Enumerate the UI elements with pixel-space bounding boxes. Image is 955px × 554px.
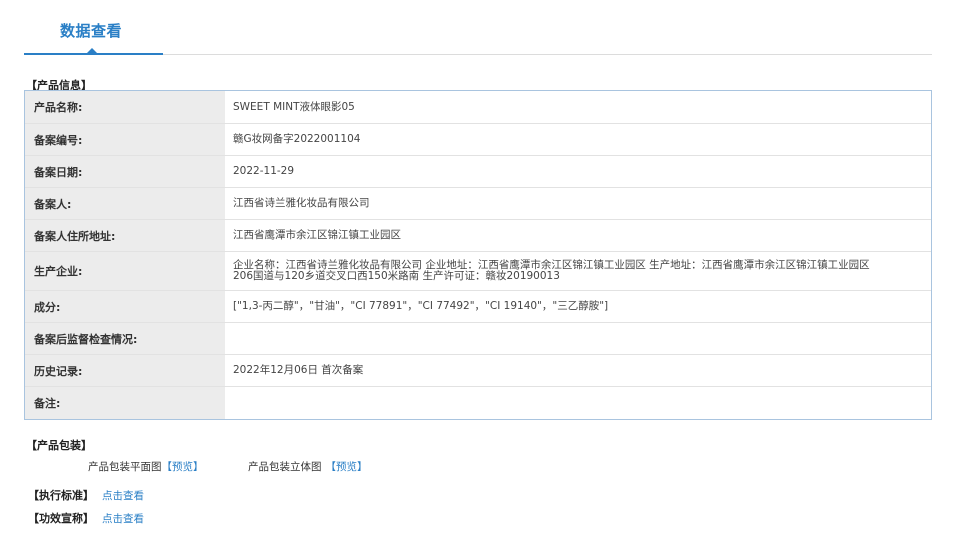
efficacy-title: 【功效宣称】 (28, 512, 94, 525)
table-row: 生产企业: 企业名称：江西省诗兰雅化妆品有限公司 企业地址：江西省鹰潭市余江区锦… (25, 252, 931, 291)
packaging-stereo: 产品包装立体图 【预览】 (248, 459, 368, 474)
table-row: 备案后监督检查情况: (25, 323, 931, 355)
tab-bar: 数据查看 (24, 0, 932, 55)
tab-data-view[interactable]: 数据查看 (24, 0, 163, 55)
row-label: 备案后监督检查情况: (25, 323, 225, 354)
row-label: 产品名称: (25, 91, 225, 123)
row-value: 赣G妆网备字2022001104 (233, 133, 361, 145)
tab-active-underline (24, 53, 163, 55)
row-label: 生产企业: (25, 252, 225, 290)
packaging-stereo-label: 产品包装立体图 (248, 461, 322, 473)
packaging-title: 【产品包装】 (26, 439, 92, 452)
row-value: ["1,3-丙二醇"，"甘油"，"CI 77891"，"CI 77492"，"C… (233, 300, 609, 312)
tab-label: 数据查看 (60, 22, 123, 40)
packaging-flat-label: 产品包装平面图 (88, 461, 162, 473)
packaging-flat-preview-link[interactable]: 【预览】 (162, 461, 204, 473)
row-label: 历史记录: (25, 355, 225, 386)
row-value: 江西省鹰潭市余江区锦江镇工业园区 (233, 229, 401, 241)
row-value (225, 323, 931, 354)
row-label: 备案编号: (25, 124, 225, 155)
standard-title: 【执行标准】 (28, 489, 94, 502)
row-value: 江西省诗兰雅化妆品有限公司 (233, 197, 370, 209)
efficacy-row: 【功效宣称】 点击查看 (28, 510, 144, 526)
standard-row: 【执行标准】 点击查看 (28, 487, 144, 503)
table-row: 备案编号: 赣G妆网备字2022001104 (25, 124, 931, 156)
row-label: 备案人: (25, 188, 225, 219)
product-info-table: 产品名称: SWEET MINT液体眼影05 备案编号: 赣G妆网备字20220… (24, 90, 932, 420)
row-value (225, 387, 931, 419)
table-row: 产品名称: SWEET MINT液体眼影05 (25, 91, 931, 124)
row-value: SWEET MINT液体眼影05 (233, 100, 355, 113)
table-row: 历史记录: 2022年12月06日 首次备案 (25, 355, 931, 387)
row-label: 成分: (25, 291, 225, 322)
tab-pointer-icon (87, 48, 97, 53)
row-label: 备案日期: (25, 156, 225, 187)
row-label: 备案人住所地址: (25, 220, 225, 251)
packaging-stereo-preview-link[interactable]: 【预览】 (326, 461, 368, 473)
table-row: 成分: ["1,3-丙二醇"，"甘油"，"CI 77891"，"CI 77492… (25, 291, 931, 323)
table-row: 备案人住所地址: 江西省鹰潭市余江区锦江镇工业园区 (25, 220, 931, 252)
efficacy-view-link[interactable]: 点击查看 (102, 511, 144, 526)
row-value: 2022年12月06日 首次备案 (233, 364, 364, 376)
packaging-flat: 产品包装平面图【预览】 (88, 459, 204, 474)
row-value: 企业名称：江西省诗兰雅化妆品有限公司 企业地址：江西省鹰潭市余江区锦江镇工业园区… (233, 259, 870, 282)
row-value: 2022-11-29 (233, 165, 295, 177)
table-row: 备案日期: 2022-11-29 (25, 156, 931, 188)
row-label: 备注: (25, 387, 225, 419)
table-row: 备案人: 江西省诗兰雅化妆品有限公司 (25, 188, 931, 220)
table-row: 备注: (25, 387, 931, 419)
standard-view-link[interactable]: 点击查看 (102, 488, 144, 503)
